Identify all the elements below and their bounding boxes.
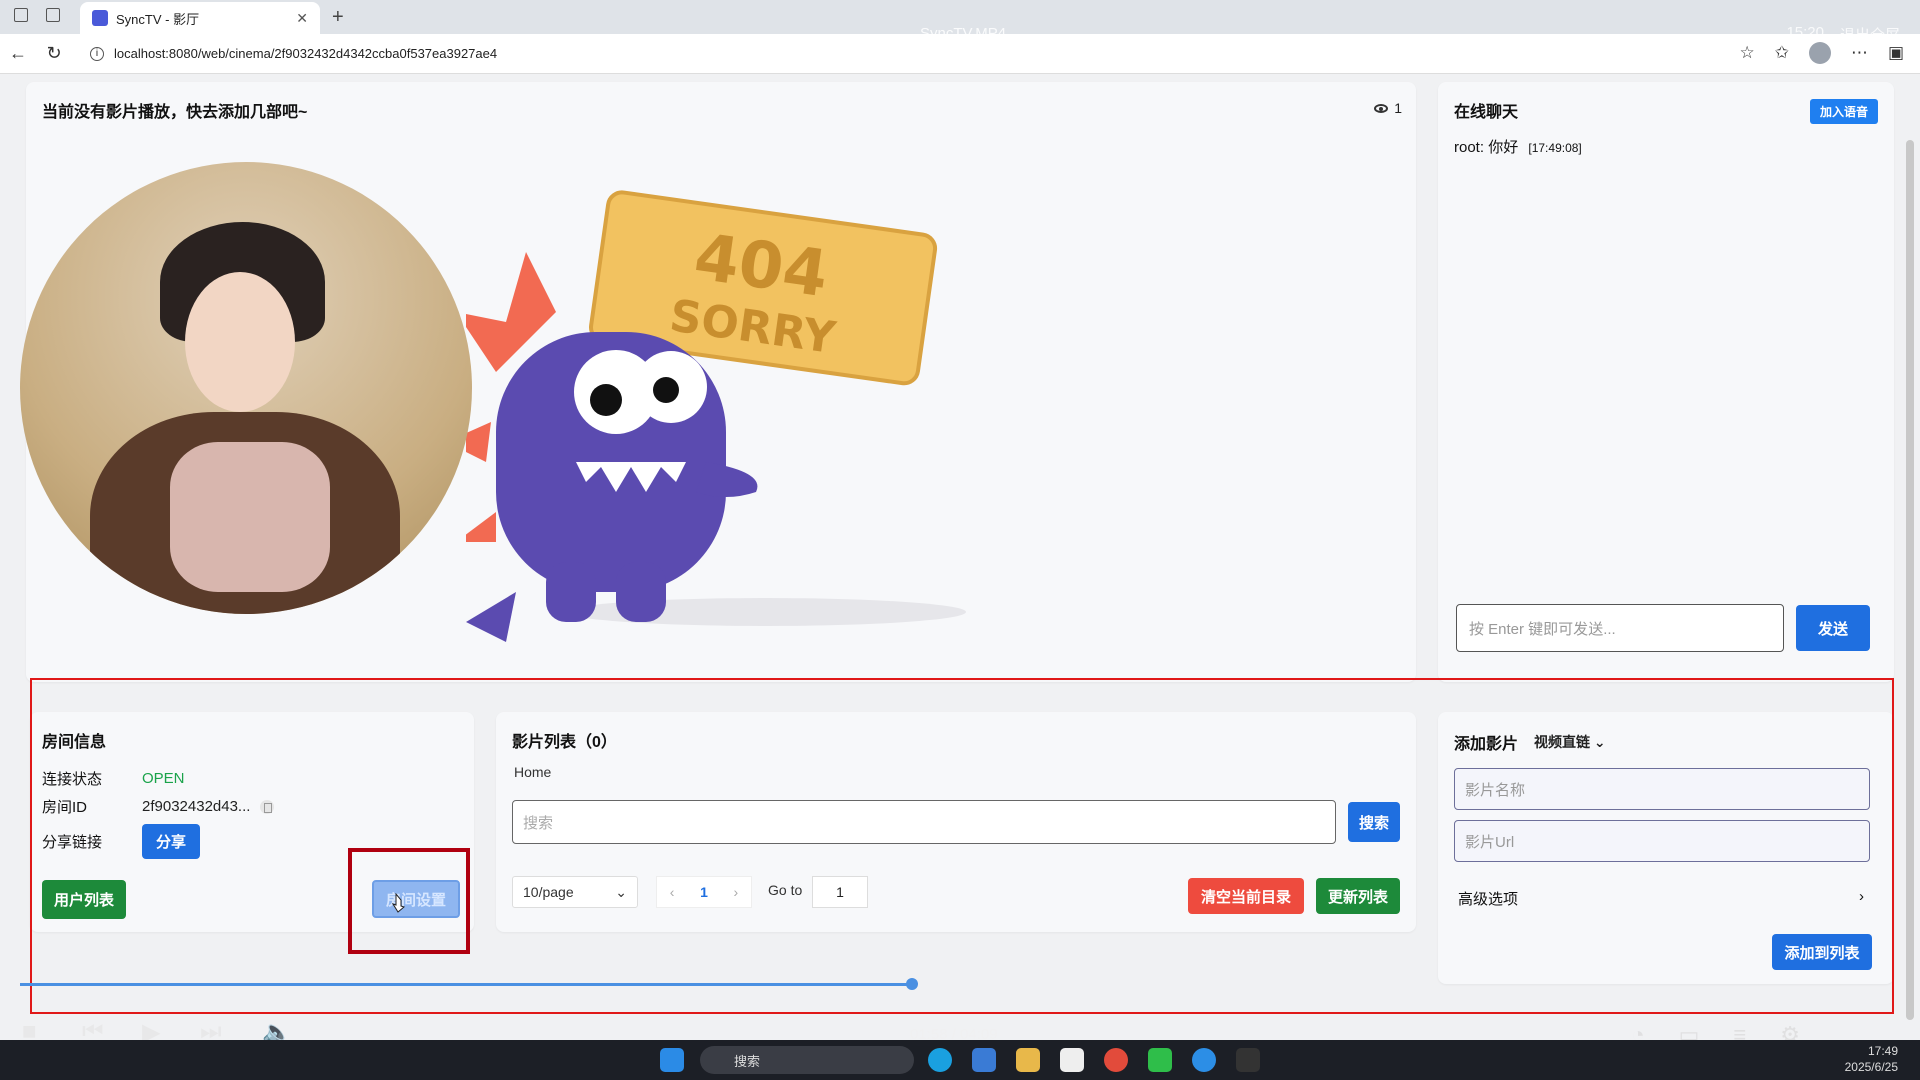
player-empty-title: 当前没有影片播放，快去添加几部吧~ [42,104,308,121]
taskbar-time: 17:49 [1867,1044,1898,1058]
chat-panel: 在线聊天 加入语音 root: 你好 [17:49:08] 按 Enter 键即… [1438,82,1894,682]
url-field[interactable]: i localhost:8080/web/cinema/2f9032432d43… [90,46,497,61]
chat-message: root: 你好 [17:49:08] [1454,136,1582,157]
streamer-webcam-overlay [20,162,472,614]
join-voice-button[interactable]: 加入语音 [1809,99,1878,124]
address-bar: ← ↻ i localhost:8080/web/cinema/2f903243… [0,34,1920,74]
terminal-icon[interactable] [1236,1048,1260,1072]
page-scrollbar[interactable] [1906,140,1914,1020]
404-mascot-illustration: 404 SORRY [446,162,1066,642]
tab-title: SyncTV - 影厅 [116,11,200,27]
new-tab-icon[interactable]: + [332,6,344,29]
profile-avatar-icon[interactable] [1808,42,1831,64]
reload-icon[interactable]: ↻ [36,43,72,64]
wechat-icon[interactable] [1148,1048,1172,1072]
windows-start-icon[interactable] [660,1048,684,1072]
favorite-star-icon[interactable]: ☆ [1739,43,1754,63]
annotation-settings-box [348,848,470,954]
window-icons [14,8,60,22]
browser-toolbar-right: ☆ ✩ ⋯ ▣ [1739,42,1904,64]
chat-message-time: [17:49:08] [1528,141,1582,155]
more-options-icon[interactable]: ⋯ [1851,43,1868,63]
taskbar-search[interactable]: 搜索 [700,1046,914,1074]
chat-input[interactable]: 按 Enter 键即可发送... [1456,604,1784,652]
streamer-face [185,272,295,412]
sidebar-toggle-icon[interactable]: ▣ [1888,43,1904,63]
chat-message-text: 你好 [1488,139,1519,156]
viewer-count-value: 1 [1394,100,1402,116]
chrome-icon[interactable] [1104,1048,1128,1072]
viewer-count: 1 [1374,100,1402,116]
player-panel: 当前没有影片播放，快去添加几部吧~ 1 404 SORRY [20,82,1416,682]
chat-title: 在线聊天 [1454,104,1519,121]
favorites-icon[interactable]: ✩ [1775,43,1789,63]
store-icon[interactable] [972,1048,996,1072]
taskbar-clock[interactable]: 17:49 2025/6/25 [1845,1043,1898,1075]
chat-message-user: root: [1454,139,1485,156]
windows-taskbar: 搜索 17:49 2025/6/25 [0,1040,1920,1080]
annotation-highlight-box [30,678,1894,1014]
docker-icon[interactable] [1192,1048,1216,1072]
browser-tab[interactable]: SyncTV - 影厅 ✕ [80,2,320,34]
url-text: localhost:8080/web/cinema/2f9032432d4342… [114,46,498,61]
browser-tabbar: SyncTV - 影厅 ✕ + SyncTV.MP4 15:20 退出全屏 [0,0,1920,44]
back-icon[interactable]: ← [0,43,36,64]
site-info-icon[interactable]: i [90,46,104,61]
taskbar-search-label: 搜索 [734,1053,761,1069]
streamer-shirt-print [170,442,330,592]
taskbar-date: 2025/6/25 [1844,1060,1898,1074]
send-button[interactable]: 发送 [1796,605,1870,651]
typora-icon[interactable] [1060,1048,1084,1072]
edge-icon[interactable] [928,1048,952,1072]
video-progress-bar[interactable] [20,983,912,986]
synctv-favicon-icon [92,10,108,26]
video-progress-knob[interactable] [906,978,918,990]
workspaces-icon[interactable] [14,8,28,22]
tab-actions-icon[interactable] [46,8,60,22]
tab-close-icon[interactable]: ✕ [296,10,308,27]
file-explorer-icon[interactable] [1016,1048,1040,1072]
mouse-cursor-icon [392,893,406,913]
eye-icon [1374,103,1389,113]
